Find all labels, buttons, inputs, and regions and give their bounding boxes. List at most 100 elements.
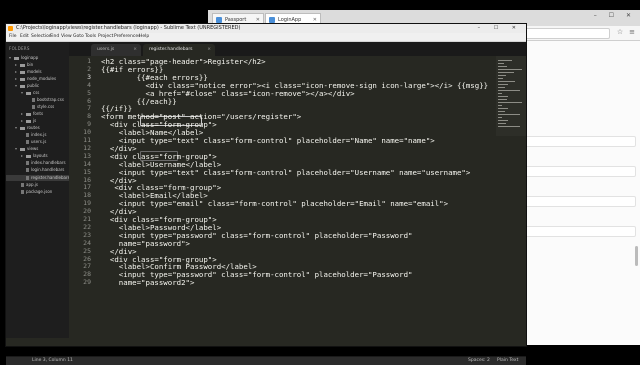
minimap-line	[498, 78, 503, 79]
minimap-line	[498, 84, 508, 85]
file-icon	[26, 168, 29, 172]
minimap-line	[498, 75, 506, 76]
sidebar-item-register-handlebars[interactable]: register.handlebars	[26, 175, 70, 181]
sidebar-item-package-json[interactable]: package.json	[21, 189, 52, 195]
page-input[interactable]	[524, 196, 636, 207]
window-controls[interactable]: – ☐ ✕	[478, 24, 522, 33]
sidebar-item-layouts[interactable]: ▸ layouts	[21, 153, 48, 159]
sidebar-item-index-js[interactable]: index.js	[26, 132, 46, 138]
tab-register-handlebars[interactable]: register.handlebars ×	[143, 44, 215, 56]
sidebar-item-style-css[interactable]: style.css	[32, 104, 54, 110]
sidebar-item-js[interactable]: ▸ js	[21, 118, 36, 124]
sidebar-item-bootstrap-css[interactable]: bootstrap.css	[32, 97, 64, 103]
menu-find[interactable]: Find	[50, 33, 59, 41]
folder-icon	[14, 56, 19, 60]
minimap-line	[498, 72, 514, 73]
close-icon[interactable]: ×	[207, 44, 211, 56]
minimap-line	[498, 96, 508, 97]
tab-label: register.handlebars	[149, 47, 193, 52]
sidebar-item-routes[interactable]: ▾ routes	[15, 125, 40, 131]
line-number-gutter: 1 2 3 4 5 6 7 8 9 10 11 12 13 14 15 16 17 18 19 20 21 22 23 24 2…	[69, 56, 95, 338]
code-line: name="password2">	[101, 278, 195, 288]
file-icon	[26, 161, 29, 165]
sidebar-item-public[interactable]: ▾ public	[15, 83, 39, 89]
folder-icon	[26, 119, 31, 123]
sidebar-item-app-js[interactable]: app.js	[21, 182, 38, 188]
menu-file[interactable]: File	[9, 33, 17, 41]
code-line: <input type="email" class="form-control"…	[101, 199, 449, 209]
menu-goto[interactable]: Goto	[73, 33, 84, 41]
minimap-line	[498, 108, 508, 109]
sidebar-item-node-modules[interactable]: ▸ node_modules	[15, 76, 56, 82]
window-controls[interactable]: – ☐ ✕	[594, 12, 636, 19]
code-line: <input type="text" class="form-control" …	[101, 136, 435, 145]
menu-tools[interactable]: Tools	[85, 33, 96, 41]
minimap-line	[498, 81, 515, 82]
folder-icon	[20, 147, 25, 151]
browser-tab-label: LoginApp	[278, 17, 302, 23]
sidebar-item-models[interactable]: ▸ models	[15, 69, 42, 75]
sidebar-item-fonts[interactable]: ▸ fonts	[21, 111, 43, 117]
sidebar-item-css[interactable]: ▾ css	[21, 90, 39, 96]
star-icon[interactable]: ☆	[616, 28, 624, 36]
sidebar-item-users-js[interactable]: users.js	[26, 139, 46, 145]
file-icon	[26, 140, 29, 144]
syntax-setting[interactable]: Plain Text	[497, 357, 518, 365]
file-icon	[32, 105, 35, 109]
sidebar-item-views[interactable]: ▾ views	[15, 146, 38, 152]
sublime-logo-icon	[8, 26, 13, 31]
page-input[interactable]	[524, 226, 636, 237]
minimap-line	[498, 117, 502, 118]
minimap[interactable]	[496, 56, 526, 136]
globe-icon	[216, 17, 222, 23]
sublime-window: C:\Projects\loginapp\views\register.hand…	[6, 24, 526, 365]
minimap-line	[498, 105, 502, 106]
minimap-line	[498, 123, 506, 124]
editor-area: FOLDERS ▾ loginapp ▸ bin ▸ models ▸ node_mod…	[6, 42, 526, 365]
minimap-line	[498, 111, 505, 112]
line-number: 29	[83, 278, 91, 287]
minimap-line	[498, 93, 502, 94]
menu-icon[interactable]: ≡	[628, 28, 636, 36]
file-icon	[26, 133, 29, 137]
minimap-line	[498, 69, 522, 70]
sidebar-item-login-handlebars[interactable]: login.handlebars	[26, 167, 64, 173]
minimap-line	[498, 99, 507, 100]
sidebar-header: FOLDERS	[9, 46, 30, 51]
tab-users-js[interactable]: users.js ×	[91, 44, 141, 56]
file-icon	[26, 176, 29, 180]
indentation-setting[interactable]: Spaces: 2	[468, 357, 490, 365]
folder-icon	[20, 126, 25, 130]
page-input[interactable]	[524, 136, 636, 147]
minimap-line	[498, 90, 520, 91]
folder-icon	[20, 70, 25, 74]
minimap-line	[498, 102, 522, 103]
minimap-line	[498, 120, 508, 121]
code-line: <input type="text" class="form-control" …	[101, 167, 471, 177]
sidebar-item-index-handlebars[interactable]: index.handlebars	[26, 160, 66, 166]
sidebar-item-loginapp[interactable]: ▾ loginapp	[9, 55, 38, 61]
window-title: C:\Projects\loginapp\views\register.hand…	[16, 25, 241, 31]
page-input[interactable]	[524, 166, 636, 177]
minimap-line	[498, 66, 507, 67]
minimap-line	[498, 87, 505, 88]
minimap-line	[498, 60, 512, 61]
menu-view[interactable]: View	[61, 33, 72, 41]
folder-icon	[20, 63, 25, 67]
menu-project[interactable]: Project	[98, 33, 113, 41]
code-editor[interactable]: <h2 class="page-header">Register</h2> {{#…	[96, 56, 496, 338]
menu-preferences[interactable]: Preferences	[114, 33, 140, 41]
scrollbar[interactable]	[635, 246, 638, 266]
tab-label: users.js	[97, 47, 115, 52]
menu-selection[interactable]: Selection	[31, 33, 52, 41]
menu-edit[interactable]: Edit	[20, 33, 29, 41]
globe-icon	[269, 17, 275, 23]
close-icon[interactable]: ×	[133, 44, 137, 56]
menu-help[interactable]: Help	[139, 33, 149, 41]
minimap-line	[498, 114, 520, 115]
sidebar-item-bin[interactable]: ▸ bin	[15, 62, 33, 68]
file-icon	[21, 190, 24, 194]
cursor-position: Line 3, Column 11	[32, 358, 73, 363]
folder-icon	[26, 154, 31, 158]
file-icon	[32, 98, 35, 102]
